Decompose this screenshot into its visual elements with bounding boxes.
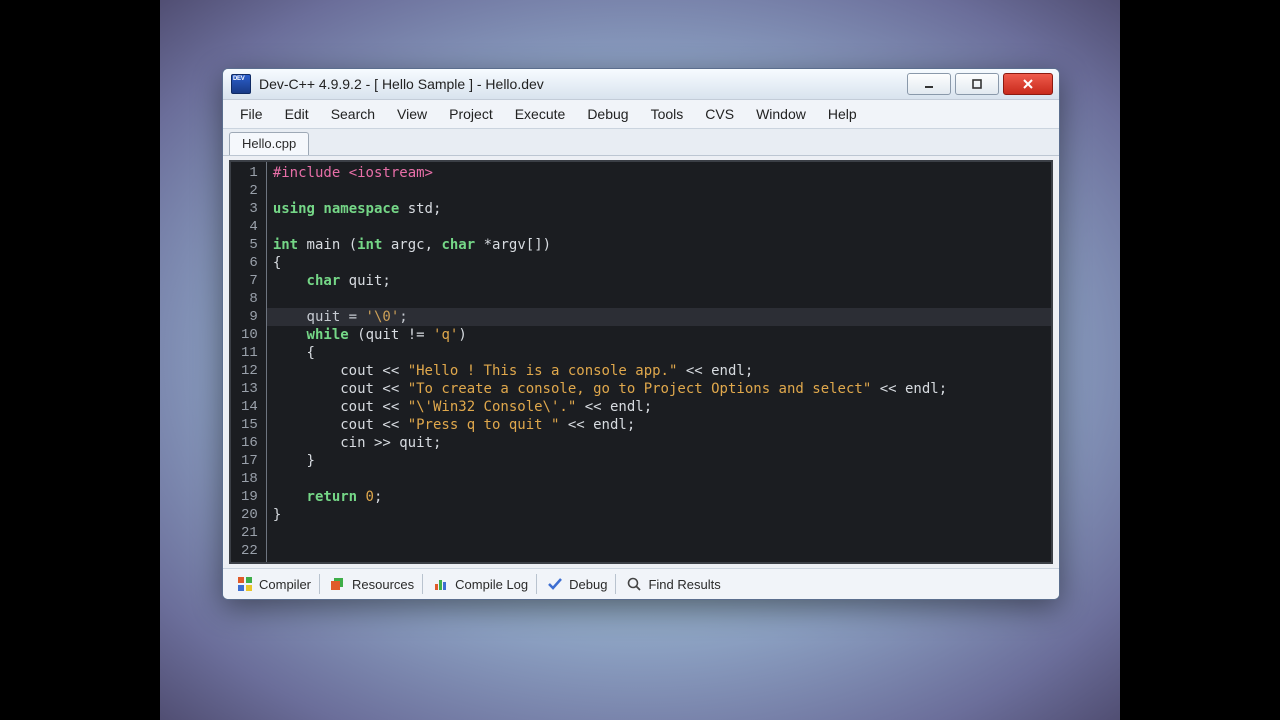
code-area[interactable]: #include <iostream> using namespace std;… [267,162,1051,562]
code-line[interactable]: using namespace std; [273,200,1043,218]
compile-log-icon [433,576,449,592]
code-line[interactable]: cout << "Hello ! This is a console app."… [273,362,1043,380]
menu-search[interactable]: Search [320,103,386,125]
maximize-button[interactable] [955,73,999,95]
menu-tools[interactable]: Tools [640,103,695,125]
find-results-icon [626,576,642,592]
status-tab-label: Debug [569,577,607,592]
menu-edit[interactable]: Edit [274,103,320,125]
menu-view[interactable]: View [386,103,438,125]
code-line[interactable]: } [273,452,1043,470]
editor-frame: 12345678910111213141516171819202122 #inc… [229,160,1053,564]
menu-cvs[interactable]: CVS [694,103,745,125]
menu-help[interactable]: Help [817,103,868,125]
menu-bar: FileEditSearchViewProjectExecuteDebugToo… [223,100,1059,129]
code-line[interactable]: } [273,506,1043,524]
code-line[interactable] [273,542,1043,560]
menu-project[interactable]: Project [438,103,504,125]
code-line[interactable] [273,182,1043,200]
code-line[interactable]: char quit; [273,272,1043,290]
code-line[interactable]: int main (int argc, char *argv[]) [273,236,1043,254]
bottom-tabs: Compiler Resources Compile Log Debug Find Re… [223,568,1059,599]
status-tab-label: Find Results [648,577,720,592]
status-tab-debug[interactable]: Debug [539,574,616,594]
code-line[interactable]: cout << "To create a console, go to Proj… [273,380,1043,398]
status-tab-label: Compiler [259,577,311,592]
titlebar[interactable]: Dev-C++ 4.9.9.2 - [ Hello Sample ] - Hel… [223,69,1059,100]
menu-debug[interactable]: Debug [576,103,639,125]
code-line[interactable] [273,290,1043,308]
code-line[interactable] [273,470,1043,488]
status-tab-find-results[interactable]: Find Results [618,574,728,594]
window-controls [907,73,1053,95]
code-line[interactable]: { [273,254,1043,272]
app-window: Dev-C++ 4.9.9.2 - [ Hello Sample ] - Hel… [222,68,1060,600]
devcpp-icon [231,74,251,94]
close-button[interactable] [1003,73,1053,95]
line-gutter: 12345678910111213141516171819202122 [231,162,267,562]
code-line[interactable]: cout << "Press q to quit " << endl; [273,416,1043,434]
minimize-button[interactable] [907,73,951,95]
menu-file[interactable]: File [229,103,274,125]
menu-window[interactable]: Window [745,103,817,125]
compiler-icon [237,576,253,592]
window-title: Dev-C++ 4.9.9.2 - [ Hello Sample ] - Hel… [259,76,907,92]
code-line[interactable]: cin >> quit; [273,434,1043,452]
code-line[interactable] [273,524,1043,542]
code-line[interactable]: quit = '\0'; [273,308,1043,326]
resources-icon [330,576,346,592]
menu-execute[interactable]: Execute [504,103,577,125]
status-tab-compiler[interactable]: Compiler [229,574,320,594]
code-line[interactable]: cout << "\'Win32 Console\'." << endl; [273,398,1043,416]
code-line[interactable]: #include <iostream> [273,164,1043,182]
file-tab[interactable]: Hello.cpp [229,132,309,155]
debug-icon [547,576,563,592]
code-editor[interactable]: 12345678910111213141516171819202122 #inc… [231,162,1051,562]
code-line[interactable]: { [273,344,1043,362]
status-tab-compile-log[interactable]: Compile Log [425,574,537,594]
status-tab-label: Compile Log [455,577,528,592]
code-line[interactable]: return 0; [273,488,1043,506]
code-line[interactable] [273,218,1043,236]
status-tab-resources[interactable]: Resources [322,574,423,594]
code-line[interactable]: while (quit != 'q') [273,326,1043,344]
status-tab-label: Resources [352,577,414,592]
file-tabs: Hello.cpp [223,129,1059,156]
